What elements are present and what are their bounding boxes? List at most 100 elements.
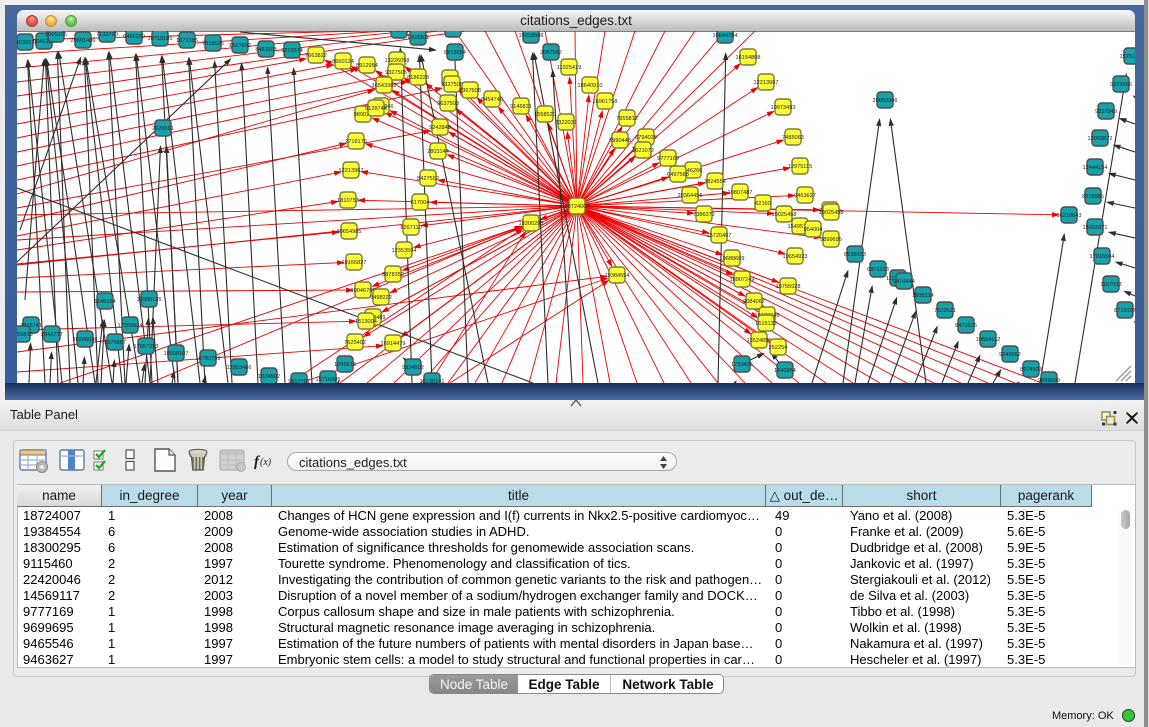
svg-text:1167533: 1167533 (1100, 282, 1121, 288)
svg-text:2935114: 2935114 (912, 293, 933, 299)
svg-text:2718176: 2718176 (345, 139, 367, 145)
svg-text:20053346: 20053346 (873, 98, 898, 104)
svg-text:7485063: 7485063 (782, 135, 804, 141)
svg-text:8322037: 8322037 (555, 120, 577, 126)
svg-text:6466160: 6466160 (123, 34, 145, 40)
svg-text:1733426: 1733426 (731, 362, 753, 368)
svg-text:9084067: 9084067 (743, 299, 765, 305)
svg-text:19654985: 19654985 (337, 229, 362, 235)
svg-text:1558520: 1558520 (534, 112, 556, 118)
svg-text:1156819: 1156819 (17, 332, 33, 338)
svg-text:9215574: 9215574 (281, 48, 303, 54)
svg-text:2087682: 2087682 (540, 50, 562, 56)
svg-text:20691406: 20691406 (71, 38, 96, 44)
svg-text:20206536: 20206536 (73, 337, 98, 343)
svg-text:8267110: 8267110 (400, 225, 421, 231)
svg-text:17016504: 17016504 (1090, 254, 1115, 260)
svg-text:16033809: 16033809 (387, 31, 412, 34)
svg-text:1024502: 1024502 (258, 374, 280, 380)
svg-text:1621072: 1621072 (632, 148, 654, 154)
svg-text:7955812: 7955812 (616, 116, 638, 122)
svg-text:1671385: 1671385 (176, 38, 198, 44)
svg-text:7357224: 7357224 (442, 31, 464, 33)
svg-text:62160: 62160 (755, 201, 771, 207)
svg-text:19654923: 19654923 (783, 254, 808, 260)
svg-text:9975867: 9975867 (104, 340, 126, 346)
svg-text:6497568: 6497568 (667, 172, 689, 178)
svg-text:13226058: 13226058 (385, 58, 410, 64)
svg-text:12905135: 12905135 (137, 297, 162, 303)
svg-text:10654112: 10654112 (976, 337, 1000, 343)
svg-text:8215955: 8215955 (1082, 194, 1104, 200)
svg-text:9924502: 9924502 (402, 365, 424, 371)
svg-text:9899695: 9899695 (820, 237, 842, 243)
svg-text:10688609: 10688609 (720, 256, 745, 262)
svg-text:16914479: 16914479 (381, 341, 406, 347)
svg-text:16154808: 16154808 (736, 55, 761, 61)
svg-text:10807487: 10807487 (728, 190, 753, 196)
svg-text:18640910: 18640910 (578, 83, 603, 89)
svg-text:19166827: 19166827 (342, 260, 367, 266)
svg-text:3498222: 3498222 (370, 295, 392, 301)
svg-text:12213967: 12213967 (754, 80, 779, 86)
svg-text:7663822: 7663822 (305, 53, 327, 59)
svg-text:8912954: 8912954 (356, 63, 378, 69)
svg-text:8938923: 8938923 (844, 252, 866, 258)
svg-text:15136141: 15136141 (420, 379, 445, 383)
svg-text:9657791: 9657791 (288, 379, 310, 383)
svg-text:12213967: 12213967 (339, 168, 364, 174)
svg-text:1513004: 1513004 (355, 319, 377, 325)
svg-text:15720407: 15720407 (707, 233, 732, 239)
svg-text:10644784: 10644784 (713, 33, 738, 39)
svg-text:6794028: 6794028 (635, 135, 657, 141)
svg-text:1065326: 1065326 (45, 32, 67, 38)
svg-text:954004: 954004 (804, 227, 823, 233)
svg-text:9146821: 9146821 (510, 104, 532, 110)
svg-text:9463627: 9463627 (794, 193, 816, 199)
svg-text:9637503: 9637503 (437, 101, 459, 107)
svg-text:10046766: 10046766 (351, 288, 376, 294)
svg-text:1903301: 1903301 (407, 35, 429, 41)
svg-text:19218506: 19218506 (519, 33, 544, 39)
svg-text:8471626: 8471626 (955, 323, 977, 329)
svg-text:9242848: 9242848 (429, 125, 451, 131)
svg-text:12923466: 12923466 (227, 365, 252, 371)
svg-text:12093872: 12093872 (1088, 136, 1113, 142)
svg-text:1615132: 1615132 (755, 321, 777, 327)
svg-text:17957253: 17957253 (134, 344, 159, 350)
svg-text:1527602: 1527602 (229, 43, 251, 49)
svg-text:9327505: 9327505 (385, 70, 407, 76)
svg-text:6871313: 6871313 (867, 267, 889, 273)
svg-text:8454749: 8454749 (481, 97, 503, 103)
svg-text:17359934: 17359934 (118, 323, 143, 329)
svg-text:15716485: 15716485 (316, 377, 341, 383)
svg-text:1640954: 1640954 (774, 368, 796, 374)
svg-text:2803144: 2803144 (427, 149, 449, 155)
svg-text:11325419: 11325419 (557, 65, 581, 71)
svg-text:15692971: 15692971 (1083, 225, 1108, 231)
svg-text:10719185: 10719185 (148, 36, 173, 42)
svg-text:19756928: 19756928 (776, 284, 801, 290)
svg-text:1810753: 1810753 (337, 198, 359, 204)
svg-text:18300295: 18300295 (519, 221, 544, 227)
svg-text:9329966: 9329966 (1110, 82, 1132, 88)
svg-text:8186328: 8186328 (407, 75, 429, 81)
svg-text:16543362: 16543362 (372, 83, 397, 89)
svg-text:9777169: 9777169 (657, 156, 679, 162)
svg-text:7515526: 7515526 (202, 41, 224, 47)
svg-text:9227349: 9227349 (1095, 109, 1117, 115)
svg-text:2367608: 2367608 (459, 88, 481, 94)
svg-text:9474444: 9474444 (893, 279, 915, 285)
svg-text:8719197: 8719197 (1114, 308, 1135, 314)
svg-text:(x): (x) (260, 457, 272, 468)
svg-text:8974503: 8974503 (1020, 367, 1042, 373)
svg-text:12353594: 12353594 (392, 248, 417, 254)
svg-text:16210643: 16210643 (1057, 213, 1082, 219)
svg-text:13524851: 13524851 (747, 338, 772, 344)
svg-text:9128744: 9128744 (365, 106, 387, 112)
svg-text:6990448: 6990448 (609, 138, 631, 144)
svg-text:18724007: 18724007 (565, 204, 590, 210)
svg-text:8813054: 8813054 (444, 50, 466, 56)
svg-text:1145194: 1145194 (94, 299, 115, 305)
svg-text:3824554: 3824554 (704, 179, 726, 185)
